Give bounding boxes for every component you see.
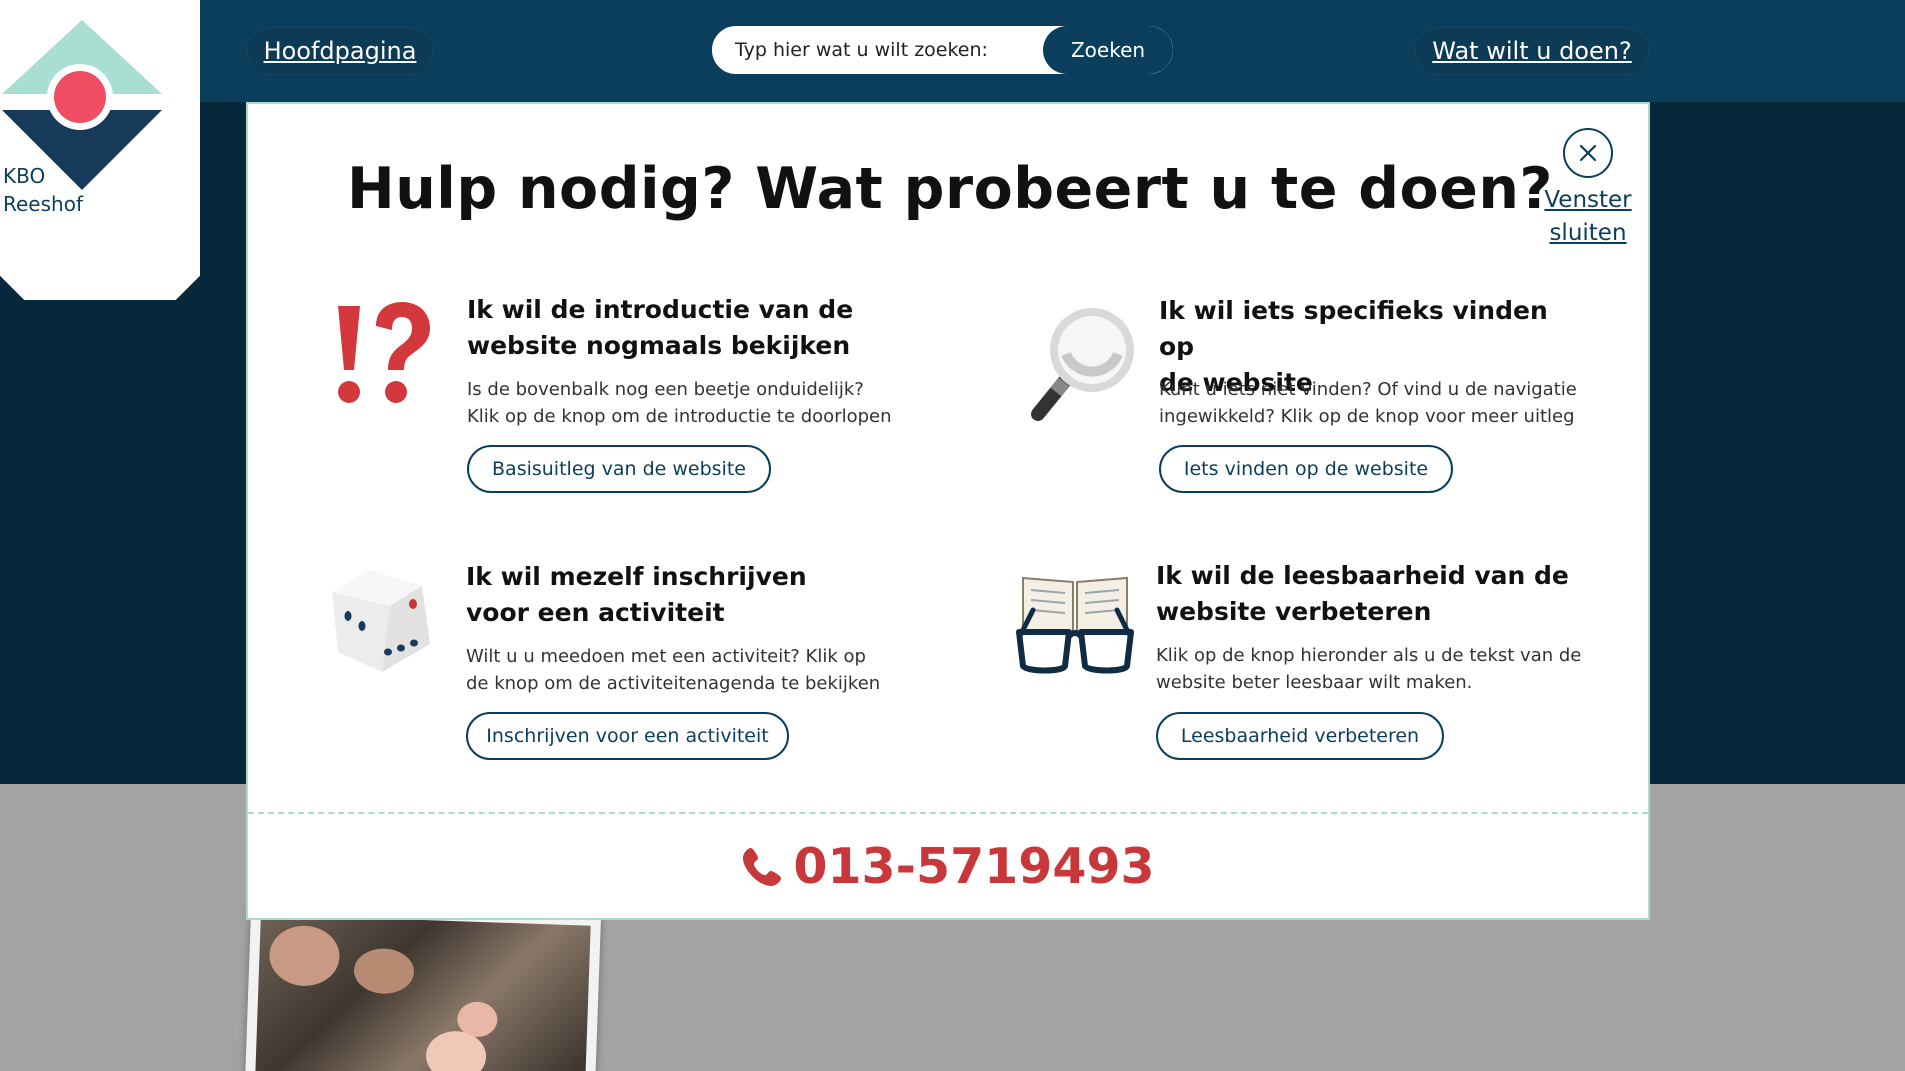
help-menu-link[interactable]: Wat wilt u doen?	[1414, 27, 1650, 75]
magnifier-icon	[1031, 308, 1134, 421]
dialog-divider	[248, 812, 1648, 814]
card-title: Ik wil mezelf inschrijven voor een activ…	[466, 562, 807, 627]
activity-signup-button[interactable]: Inschrijven voor een activiteit	[466, 712, 789, 760]
dice-icon	[332, 570, 430, 672]
find-help-button[interactable]: Iets vinden op de website	[1159, 445, 1453, 493]
search-form: Zoeken	[710, 24, 1175, 76]
close-dialog-button[interactable]: Venster sluiten	[1523, 128, 1653, 250]
book-glasses-icon	[1016, 576, 1134, 674]
search-button[interactable]: Zoeken	[1043, 26, 1173, 74]
readability-button[interactable]: Leesbaarheid verbeteren	[1156, 712, 1444, 760]
logo-text: KBO Reeshof	[3, 162, 83, 218]
close-dialog-label: Venster sluiten	[1544, 187, 1632, 246]
card-description: Wilt u u meedoen met een activiteit? Kli…	[466, 646, 881, 694]
close-icon	[1563, 128, 1613, 178]
home-link[interactable]: Hoofdpagina	[246, 27, 434, 75]
card-description: Kunt u iets niet vinden? Of vind u de na…	[1159, 379, 1577, 427]
phone-icon	[743, 847, 782, 886]
help-dialog: Hulp nodig? Wat probeert u te doen? Vens…	[246, 102, 1650, 920]
logo-line-1: KBO	[3, 164, 46, 188]
phone-number: 013-5719493	[793, 838, 1155, 895]
intro-tour-button[interactable]: Basisuitleg van de website	[467, 445, 771, 493]
card-description: Is de bovenbalk nog een beetje onduideli…	[467, 379, 892, 427]
activity-photo	[244, 903, 602, 1071]
dialog-title: Hulp nodig? Wat probeert u te doen?	[347, 156, 1553, 222]
site-logo[interactable]: KBO Reeshof	[0, 0, 200, 300]
exclamation-question-icon	[338, 302, 430, 403]
card-title: Ik wil de introductie van de website nog…	[467, 295, 854, 360]
card-description: Klik op de knop hieronder als u de tekst…	[1156, 645, 1582, 693]
card-title: Ik wil de leesbaarheid van de website ve…	[1156, 561, 1569, 626]
logo-line-2: Reeshof	[3, 192, 83, 216]
search-input[interactable]	[712, 26, 1043, 74]
phone-number-link[interactable]: 013-5719493	[248, 838, 1648, 895]
